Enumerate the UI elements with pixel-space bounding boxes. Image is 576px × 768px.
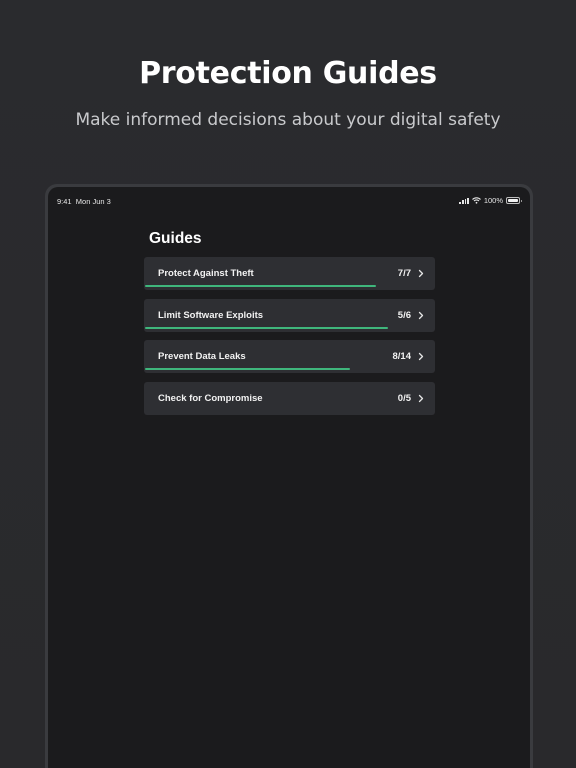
guide-list: Protect Against Theft 7/7 Limit Software… — [144, 257, 435, 423]
progress-fill — [145, 368, 351, 371]
status-time-date: 9:41 Mon Jun 3 — [57, 197, 111, 206]
progress-bar — [145, 368, 434, 371]
guide-label: Check for Compromise — [158, 392, 263, 404]
battery-percent: 100% — [483, 196, 503, 205]
guide-label: Limit Software Exploits — [158, 309, 264, 321]
guide-count: 7/7 — [397, 268, 411, 279]
status-time: 9:41 — [57, 197, 72, 206]
chevron-right-icon — [418, 269, 424, 278]
guide-label: Protect Against Theft — [158, 268, 254, 279]
guide-count: 8/14 — [392, 351, 412, 363]
hero-subtitle: Make informed decisions about your digit… — [75, 110, 501, 130]
chevron-right-icon — [418, 311, 424, 319]
status-date: Mon Jun 3 — [75, 197, 111, 206]
progress-bar — [145, 410, 434, 412]
guide-item-protect-against-theft[interactable]: Protect Against Theft 7/7 — [144, 257, 435, 290]
chevron-right-icon — [418, 394, 424, 402]
guide-count: 0/5 — [397, 392, 411, 404]
guide-count: 5/6 — [397, 309, 411, 321]
guide-item-check-for-compromise[interactable]: Check for Compromise 0/5 — [144, 381, 435, 415]
hero-title: Protection Guides — [139, 56, 437, 91]
app-screen: 9:41 Mon Jun 3 100% Guides Protect Again… — [48, 187, 530, 768]
progress-fill — [145, 326, 388, 329]
guide-item-prevent-data-leaks[interactable]: Prevent Data Leaks 8/14 — [144, 340, 435, 374]
guide-item-limit-software-exploits[interactable]: Limit Software Exploits 5/6 — [144, 298, 435, 332]
progress-bar — [145, 326, 434, 329]
chevron-right-icon — [418, 353, 424, 361]
marketing-page: Protection Guides Make informed decision… — [0, 0, 576, 768]
status-indicators: 100% — [459, 196, 522, 205]
signal-icon — [459, 197, 469, 204]
battery-icon — [506, 197, 522, 204]
tablet-frame: 9:41 Mon Jun 3 100% Guides Protect Again… — [45, 184, 533, 768]
wifi-icon — [471, 197, 481, 204]
progress-fill — [145, 285, 377, 287]
guides-title: Guides — [149, 230, 202, 247]
status-bar: 9:41 Mon Jun 3 100% — [48, 195, 530, 207]
progress-bar — [145, 285, 434, 287]
guide-label: Prevent Data Leaks — [158, 351, 246, 363]
